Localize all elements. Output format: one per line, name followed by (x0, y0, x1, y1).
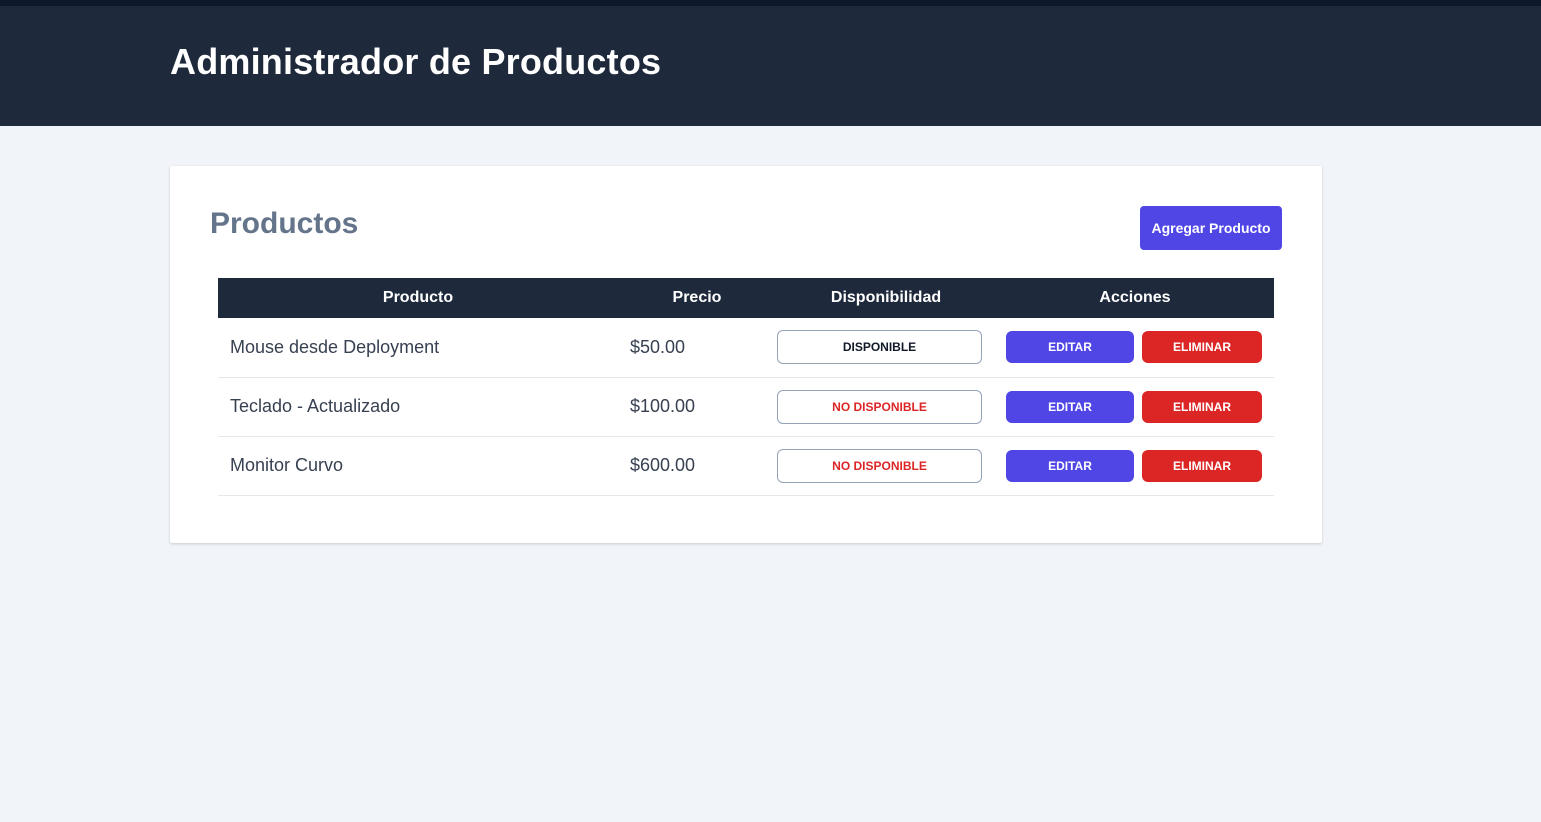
product-name: Teclado - Actualizado (230, 396, 401, 416)
table-row: Teclado - Actualizado $100.00 No Disponi… (218, 377, 1274, 436)
table-header: Producto Precio Disponibilidad Acciones (218, 278, 1274, 318)
product-price: $100.00 (630, 396, 696, 416)
column-header-actions: Acciones (1099, 289, 1171, 306)
table-header-row: Producto Precio Disponibilidad Acciones (218, 278, 1274, 318)
availability-toggle-button[interactable]: No Disponible (777, 389, 982, 424)
product-price: $50.00 (630, 336, 686, 357)
app-header: Administrador de Productos (0, 6, 1541, 126)
products-table: Producto Precio Disponibilidad Acciones … (218, 278, 1274, 496)
page-title: Administrador de Productos (170, 41, 662, 82)
availability-cell: No Disponible (776, 377, 996, 436)
availability-toggle-button[interactable]: Disponible (777, 330, 982, 365)
table-row: Mouse desde Deployment $50.00 Disponible… (218, 318, 1274, 377)
delete-button[interactable]: Eliminar (1142, 449, 1262, 482)
edit-button[interactable]: Editar (1006, 331, 1134, 364)
column-header-product: Producto (382, 289, 454, 306)
table-body: Mouse desde Deployment $50.00 Disponible… (218, 318, 1274, 495)
product-name: Mouse desde Deployment (230, 336, 440, 357)
availability-toggle-button[interactable]: No Disponible (777, 448, 982, 483)
product-price: $600.00 (630, 455, 696, 475)
table-row: Monitor Curvo $600.00 No Disponible Edit… (218, 436, 1274, 495)
edit-button[interactable]: Editar (1006, 449, 1134, 482)
delete-button[interactable]: Eliminar (1142, 390, 1262, 423)
products-card: Productos Agregar Producto Producto Prec… (170, 166, 1322, 543)
delete-button[interactable]: Eliminar (1142, 331, 1262, 364)
actions-cell: Editar Eliminar (996, 436, 1274, 495)
availability-cell: No Disponible (776, 436, 996, 495)
actions-cell: Editar Eliminar (996, 377, 1274, 436)
edit-button[interactable]: Editar (1006, 390, 1134, 423)
availability-cell: Disponible (776, 318, 996, 377)
actions-cell: Editar Eliminar (996, 318, 1274, 377)
card-title: Productos (210, 207, 359, 240)
column-header-price: Precio (672, 289, 722, 306)
column-header-availability: Disponibilidad (830, 289, 942, 306)
add-product-button[interactable]: Agregar Producto (1140, 206, 1282, 250)
product-name: Monitor Curvo (230, 455, 344, 475)
